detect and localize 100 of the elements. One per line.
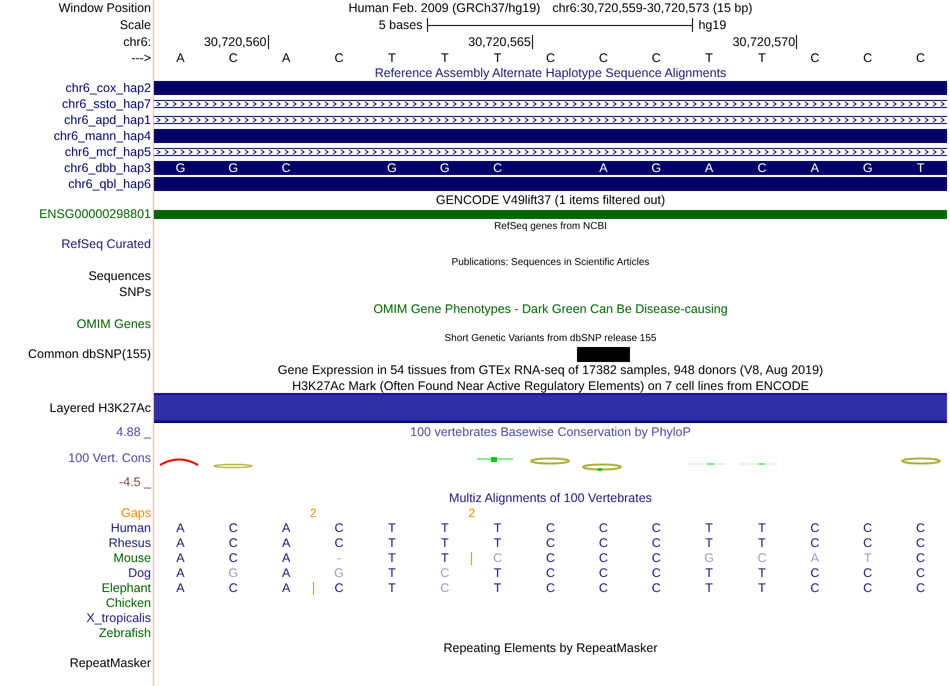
base-letter: A	[176, 550, 185, 564]
base-letter: C	[334, 520, 344, 534]
assembly-name: Human Feb. 2009 (GRCh37/hg19)	[348, 1, 540, 15]
base-letter: T	[440, 536, 449, 550]
base-letter: C	[334, 50, 344, 64]
track-title: Repeating Elements by RepeatMasker	[442, 641, 658, 655]
scale-span-label: 5 bases	[378, 18, 422, 32]
base-letter: C	[810, 580, 820, 594]
base-letter: A	[810, 550, 819, 564]
track-title: OMIM Gene Phenotypes - Dark Green Can Be Disease-causing	[372, 302, 729, 316]
base-letter: T	[758, 50, 766, 64]
base-letter: C	[334, 580, 344, 594]
base-letter: C	[757, 161, 766, 175]
base-letter: C	[598, 50, 608, 64]
base-letter: T	[388, 550, 396, 564]
base-letter: C	[757, 550, 766, 564]
base-letter: T	[705, 50, 713, 64]
axis-value-label: -4.5 _	[119, 475, 151, 489]
base-letter: G	[440, 161, 450, 175]
base-letter: G	[334, 566, 344, 580]
base-letter: G	[228, 566, 238, 580]
track-title: 100 vertebrates Basewise Conservation by PhyloP	[409, 425, 692, 439]
base-letter: T	[494, 580, 502, 594]
track-label[interactable]: Layered H3K27Ac	[50, 401, 151, 415]
base-letter: C	[810, 50, 820, 64]
track-title: Multiz Alignments of 100 Vertebrates	[448, 490, 653, 504]
base-letter: C	[916, 520, 926, 534]
species-label: Chicken	[106, 596, 151, 610]
base-letter: T	[758, 566, 766, 580]
track-label[interactable]: chr6_apd_hap1	[64, 113, 151, 127]
track-label[interactable]: chr6_ssto_hap7	[62, 97, 151, 111]
base-letter: C	[546, 536, 555, 550]
base-letter: T	[758, 536, 766, 550]
base-letter: A	[282, 566, 290, 580]
track-label[interactable]: chr6_mann_hap4	[54, 129, 151, 143]
base-letter: T	[758, 520, 766, 534]
track-label[interactable]: chr6_qbl_hap6	[68, 177, 151, 191]
base-letter: C	[598, 536, 608, 550]
track-title: GENCODE V49lift37 (1 items filtered out)	[434, 193, 666, 207]
position-range: chr6:30,720,559-30,720,573 (15 bp)	[552, 1, 752, 15]
track-label[interactable]: OMIM Genes	[76, 317, 151, 331]
base-letter: T	[916, 161, 924, 175]
base-letter: A	[282, 520, 290, 534]
base-letter: C	[598, 566, 608, 580]
track-label[interactable]: RefSeq Curated	[61, 237, 151, 251]
base-letter: C	[493, 161, 502, 175]
base-letter: T	[440, 520, 449, 534]
track-title: Gene Expression in 54 tissues from GTEx RNA-seq of 17382 samples, 948 donors (V8, Aug 2019)	[276, 363, 824, 377]
track-title: H3K27Ac Mark (Often Found Near Active Regulatory Elements) on 7 cell lines from ENCODE	[291, 378, 810, 392]
track-label[interactable]: Sequences	[88, 269, 151, 283]
base-letter: T	[388, 536, 396, 550]
base-letter: C	[863, 536, 872, 550]
base-letter: T	[388, 580, 396, 594]
base-letter: T	[758, 580, 766, 594]
base-letter: A	[704, 161, 714, 175]
track-label[interactable]: chr6_mcf_hap5	[64, 145, 151, 159]
base-letter: C	[546, 580, 555, 594]
base-letter: T	[705, 580, 713, 594]
base-letter: T	[864, 550, 872, 564]
base-letter: C	[546, 550, 555, 564]
base-letter: A	[176, 520, 185, 534]
track-label[interactable]: RepeatMasker	[70, 656, 151, 670]
base-letter: C	[282, 161, 291, 175]
track-title: Publications: Sequences in Scientific Articles	[450, 256, 650, 268]
species-label: Rhesus	[108, 536, 151, 550]
base-letter: G	[651, 161, 662, 175]
base-letter: C	[228, 550, 238, 564]
base-letter: A	[282, 550, 290, 564]
track-label[interactable]: SNPs	[119, 285, 151, 299]
base-letter: C	[546, 566, 555, 580]
base-letter: G	[704, 550, 714, 564]
base-letter: C	[334, 536, 344, 550]
track-label[interactable]: chr6_dbb_hap3	[64, 161, 151, 175]
base-letter: C	[440, 566, 450, 580]
base-letter: T	[388, 566, 396, 580]
track-label[interactable]: ENSG00000298801	[39, 207, 151, 221]
base-letter: C	[652, 536, 661, 550]
track-label[interactable]: 100 Vert. Cons	[68, 450, 151, 464]
track-label: Gaps	[121, 506, 151, 520]
base-letter: T	[494, 566, 502, 580]
track-label[interactable]: Common dbSNP(155)	[28, 347, 151, 361]
base-letter: C	[863, 580, 872, 594]
base-letter: C	[863, 520, 872, 534]
base-letter: C	[652, 550, 661, 564]
track-label[interactable]: chr6_cox_hap2	[66, 81, 151, 95]
base-letter: T	[705, 520, 713, 534]
species-label: Dog	[128, 566, 151, 580]
base-letter: G	[387, 161, 397, 175]
base-letter: C	[228, 50, 238, 64]
species-label: X_tropicalis	[86, 610, 151, 624]
base-letter: C	[810, 566, 820, 580]
base-letter: C	[810, 536, 820, 550]
base-letter: C	[810, 520, 820, 534]
base-letter: T	[494, 50, 502, 64]
base-letter: -	[336, 550, 342, 564]
base-letter: G	[176, 161, 186, 175]
row-label: Window Position	[58, 1, 151, 15]
base-letter: C	[916, 566, 926, 580]
base-letter: A	[176, 536, 185, 550]
base-letter: A	[282, 536, 290, 550]
